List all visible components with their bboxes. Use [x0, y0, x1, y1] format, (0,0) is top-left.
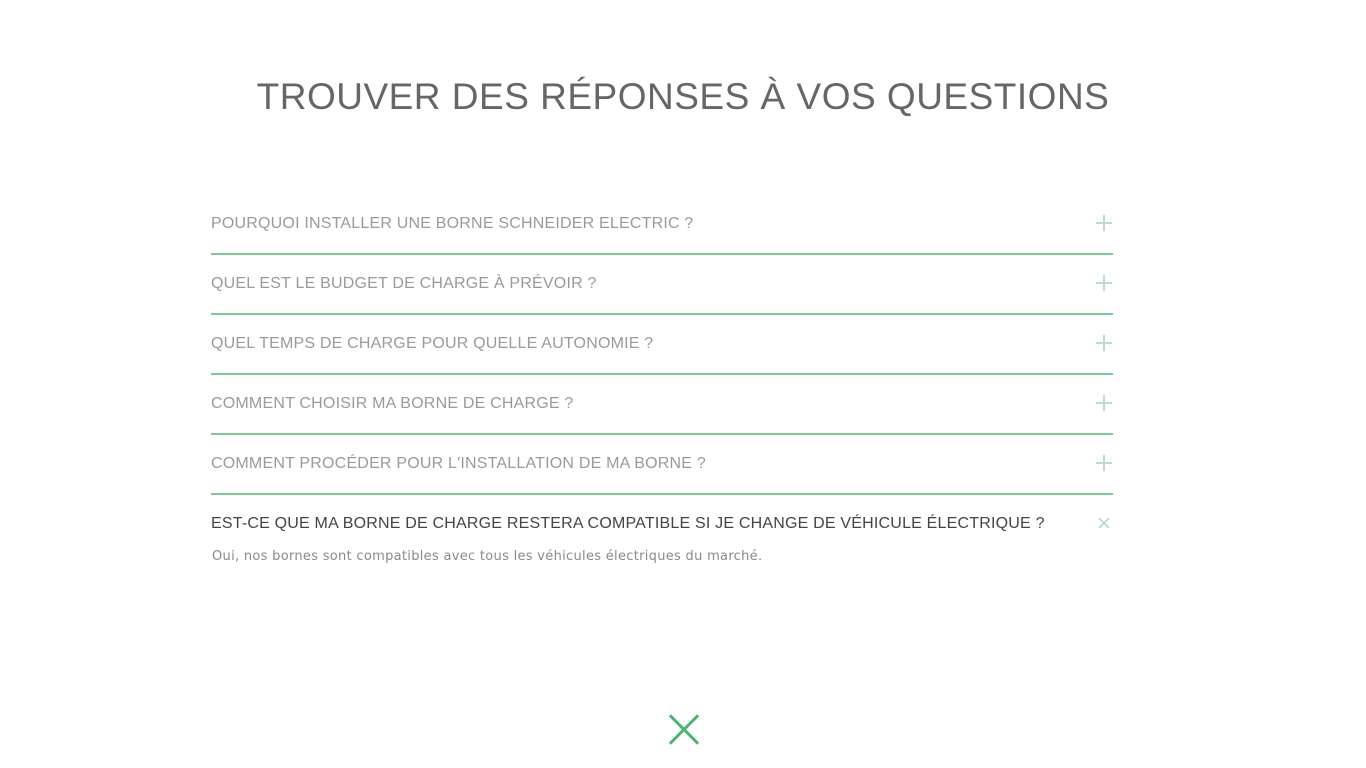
faq-question: QUEL EST LE BUDGET DE CHARGE À PRÉVOIR ? — [211, 275, 597, 292]
faq-item-choose-charger[interactable]: COMMENT CHOISIR MA BORNE DE CHARGE ? — [211, 375, 1113, 435]
faq-item-compatibility[interactable]: EST-CE QUE MA BORNE DE CHARGE RESTERA CO… — [211, 495, 1113, 566]
collapse-x-icon[interactable] — [1095, 514, 1113, 532]
close-button[interactable] — [664, 710, 702, 748]
faq-item-why-schneider[interactable]: POURQUOI INSTALLER UNE BORNE SCHNEIDER E… — [211, 195, 1113, 255]
faq-question: QUEL TEMPS DE CHARGE POUR QUELLE AUTONOM… — [211, 335, 654, 352]
page-title: TROUVER DES RÉPONSES À VOS QUESTIONS — [256, 76, 1110, 117]
faq-list: POURQUOI INSTALLER UNE BORNE SCHNEIDER E… — [211, 195, 1113, 566]
faq-item-installation[interactable]: COMMENT PROCÉDER POUR L'INSTALLATION DE … — [211, 435, 1113, 495]
faq-question: COMMENT PROCÉDER POUR L'INSTALLATION DE … — [211, 455, 706, 472]
faq-question: EST-CE QUE MA BORNE DE CHARGE RESTERA CO… — [211, 515, 1045, 532]
plus-icon[interactable] — [1095, 274, 1113, 292]
plus-icon[interactable] — [1095, 334, 1113, 352]
faq-answer: Oui, nos bornes sont compatibles avec to… — [212, 549, 763, 564]
faq-question: COMMENT CHOISIR MA BORNE DE CHARGE ? — [211, 395, 574, 412]
faq-item-charge-time[interactable]: QUEL TEMPS DE CHARGE POUR QUELLE AUTONOM… — [211, 315, 1113, 375]
faq-item-budget[interactable]: QUEL EST LE BUDGET DE CHARGE À PRÉVOIR ? — [211, 255, 1113, 315]
plus-icon[interactable] — [1095, 394, 1113, 412]
faq-modal: TROUVER DES RÉPONSES À VOS QUESTIONS POU… — [0, 0, 1366, 768]
plus-icon[interactable] — [1095, 214, 1113, 232]
faq-question: POURQUOI INSTALLER UNE BORNE SCHNEIDER E… — [211, 215, 694, 232]
plus-icon[interactable] — [1095, 454, 1113, 472]
